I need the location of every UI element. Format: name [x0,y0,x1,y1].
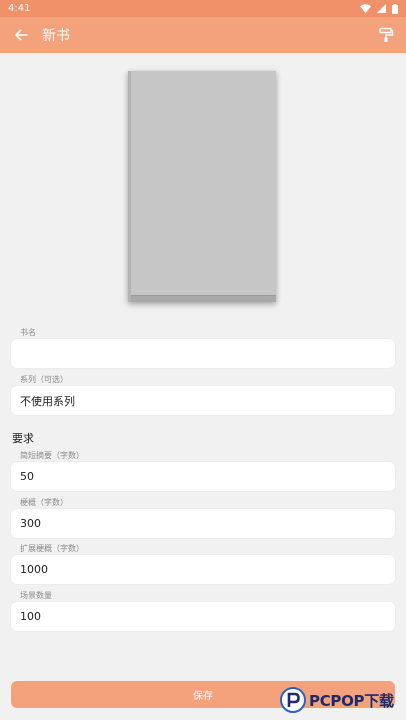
short-summary-label: 简短摘要（字数） [20,451,84,460]
back-button[interactable] [12,26,30,44]
watermark-logo-icon [280,687,306,713]
signal-icon [377,4,386,13]
scene-count-input[interactable] [20,610,386,623]
book-cover-placeholder[interactable] [128,71,276,302]
extended-outline-label: 扩展梗概（字数） [20,544,84,553]
book-name-field[interactable] [11,339,395,368]
series-select[interactable]: 不使用系列 [11,386,395,415]
book-name-input[interactable] [20,347,386,360]
save-button-label: 保存 [193,691,213,702]
watermark-text: PCPOP下载 [309,691,394,710]
status-icons [360,3,398,14]
arrow-left-icon [15,29,28,41]
scene-count-field[interactable] [11,602,395,631]
short-summary-field[interactable] [11,462,395,491]
extended-outline-input[interactable] [20,563,386,576]
short-summary-input[interactable] [20,470,386,483]
outline-input[interactable] [20,517,386,530]
status-time: 4:41 [8,3,31,14]
series-value: 不使用系列 [20,394,75,408]
outline-field[interactable] [11,509,395,538]
theme-button[interactable] [376,25,396,45]
book-cover-bottom-edge [131,295,276,302]
status-bar: 4:41 [0,0,406,17]
battery-icon [392,3,398,14]
requirements-title: 要求 [12,432,34,445]
series-label: 系列（可选） [20,375,68,384]
scene-count-label: 场景数量 [20,591,52,600]
app-bar: 新书 [0,17,406,53]
outline-label: 梗概（字数） [20,498,68,507]
wifi-icon [360,4,371,13]
book-name-label: 书名 [20,328,36,337]
page-title: 新书 [42,28,70,44]
extended-outline-field[interactable] [11,555,395,584]
watermark: PCPOP下载 [280,684,404,716]
paint-roller-icon [379,27,394,42]
